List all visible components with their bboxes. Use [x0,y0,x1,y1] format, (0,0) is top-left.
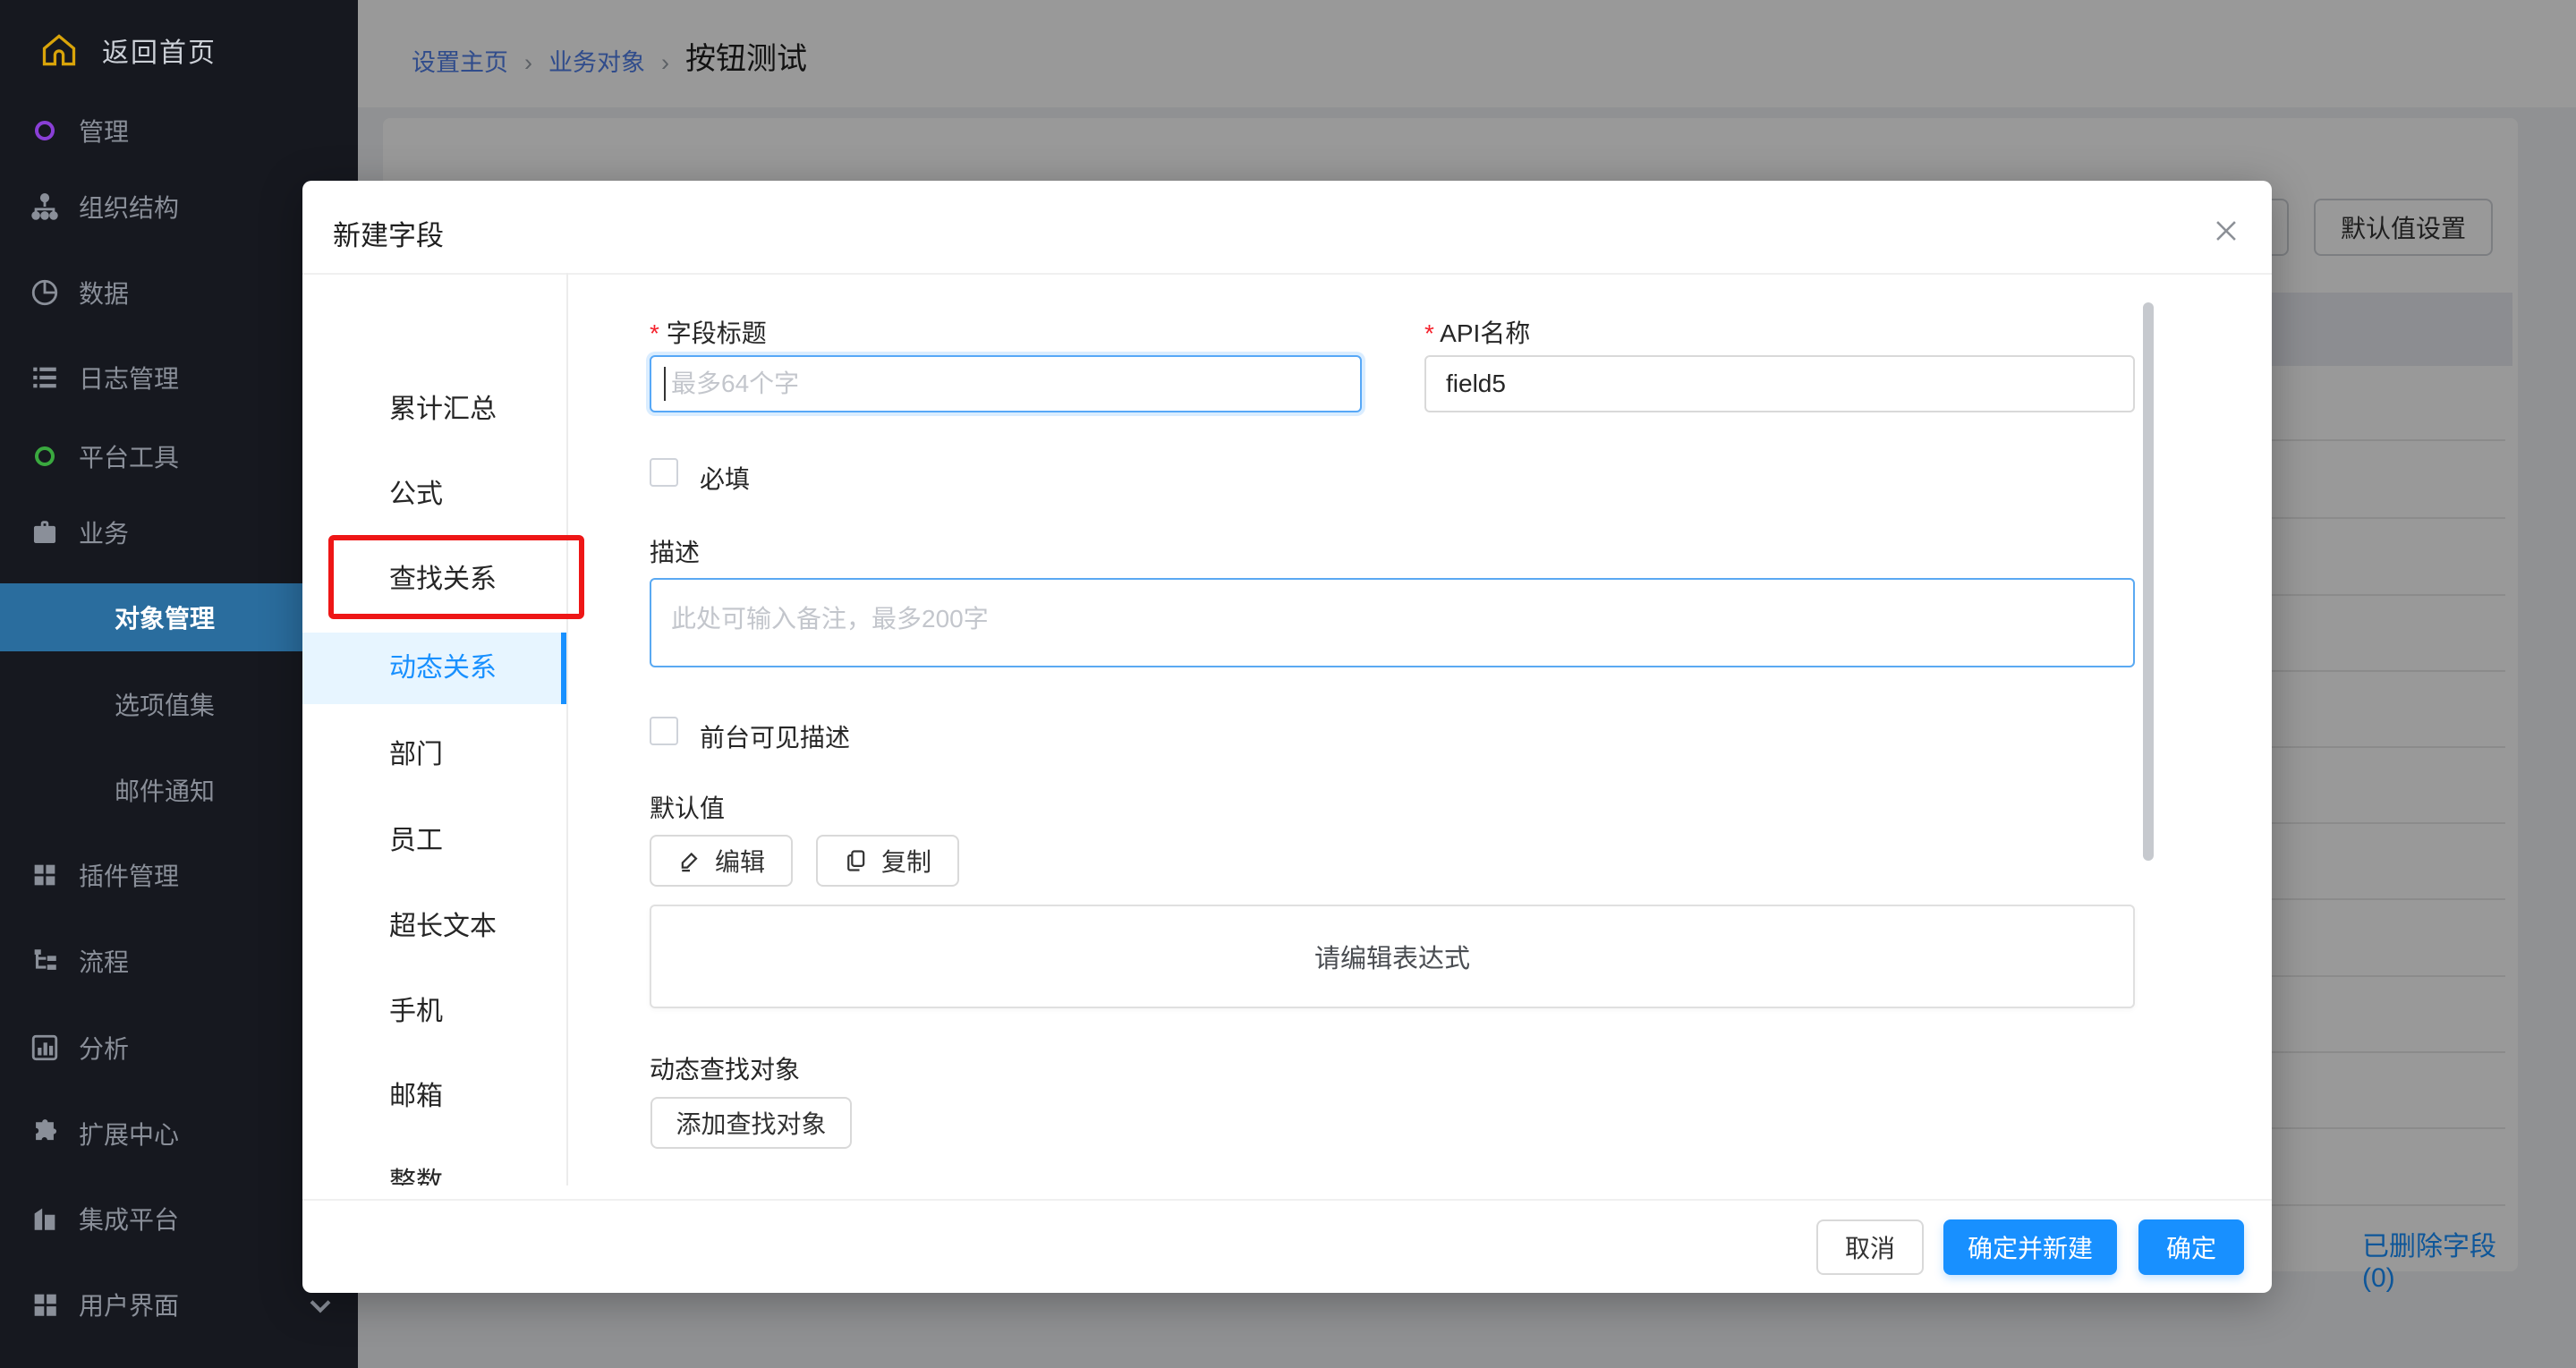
modal-scrollbar[interactable] [2143,302,2154,861]
required-checkbox[interactable] [650,458,678,487]
api-name-label: API名称 [1424,314,1530,350]
pencil-icon [677,848,702,873]
menu-item-dynamic-relation[interactable]: 动态关系 [302,633,568,704]
menu-item-employee[interactable]: 员工 [302,805,568,877]
default-value-label: 默认值 [650,789,725,825]
modal-title: 新建字段 [333,213,444,253]
sidebar-item-label: 业务 [79,514,129,550]
sidebar-item-label: 组织结构 [79,189,179,225]
menu-item-rollup[interactable]: 累计汇总 [302,374,568,446]
sidebar-item-label: 数据 [79,275,129,310]
puzzle-icon [27,1118,63,1149]
sidebar-item-label: 分析 [79,1030,129,1066]
sidebar-item-label: 用户界面 [79,1287,179,1322]
menu-item-integer[interactable]: 整数 [302,1147,568,1185]
sidebar-item-label: 选项值集 [115,686,215,722]
menu-item-long-text[interactable]: 超长文本 [302,891,568,963]
copy-icon [844,848,869,873]
home-icon [39,30,79,70]
pie-chart-icon [27,277,63,308]
ui-grid-icon [27,1289,63,1320]
menu-item-department[interactable]: 部门 [302,719,568,791]
front-visible-desc-label: 前台可见描述 [700,718,850,754]
new-field-modal: 新建字段 累计汇总 公式 查找关系 动态关系 部门 员工 超长文本 手机 邮箱 … [302,181,2272,1293]
dynamic-lookup-label: 动态查找对象 [650,1050,800,1086]
required-label: 必填 [700,460,750,496]
ok-and-new-button[interactable]: 确定并新建 [1943,1219,2117,1275]
sidebar-item-label: 管理 [79,113,129,149]
sidebar-item-label: 插件管理 [79,857,179,893]
plugin-grid-icon [27,860,63,890]
add-lookup-object-button[interactable]: 添加查找对象 [650,1097,852,1149]
api-name-input[interactable] [1424,355,2135,412]
add-lookup-object-label: 添加查找对象 [676,1105,826,1141]
edit-default-label: 编辑 [715,843,765,879]
sidebar-item-manage[interactable]: 管理 [0,102,358,159]
platform-dot-icon [27,446,63,466]
building-icon [27,1203,63,1234]
sidebar-item-label: 扩展中心 [79,1116,179,1151]
sidebar-item-label: 邮件通知 [115,772,215,808]
sidebar-item-label: 对象管理 [115,599,215,635]
ok-button[interactable]: 确定 [2138,1219,2244,1275]
cancel-button[interactable]: 取消 [1816,1219,1924,1275]
description-label: 描述 [650,533,700,569]
copy-default-label: 复制 [881,843,931,879]
field-type-menu: 累计汇总 公式 查找关系 动态关系 部门 员工 超长文本 手机 邮箱 整数 多选 [302,273,568,1185]
menu-item-email[interactable]: 邮箱 [302,1061,568,1133]
menu-item-phone[interactable]: 手机 [302,976,568,1048]
expression-placeholder: 请编辑表达式 [1314,938,1470,975]
sidebar-item-label: 集成平台 [79,1201,179,1236]
sidebar-home-label: 返回首页 [102,30,217,70]
menu-item-formula[interactable]: 公式 [302,459,568,531]
sidebar-item-label: 日志管理 [79,360,179,395]
copy-default-button[interactable]: 复制 [816,835,959,887]
sidebar-item-label: 流程 [79,943,129,979]
front-visible-desc-checkbox[interactable] [650,717,678,745]
briefcase-icon [27,517,63,548]
flow-tree-icon [27,946,63,976]
list-icon [27,362,63,393]
org-structure-icon [27,191,63,222]
expression-box[interactable]: 请编辑表达式 [650,905,2135,1008]
menu-item-lookup[interactable]: 查找关系 [302,544,568,616]
bar-chart-icon [27,1032,63,1063]
sidebar-home[interactable]: 返回首页 [0,16,358,84]
sidebar-item-label: 平台工具 [79,438,179,474]
field-title-input[interactable] [650,355,1362,412]
edit-default-button[interactable]: 编辑 [650,835,793,887]
menu-divider [566,273,568,1185]
modal-header-divider [302,273,2272,275]
field-title-label: 字段标题 [650,314,767,350]
text-caret [664,367,666,401]
manage-dot-icon [27,121,63,140]
close-icon[interactable] [2206,211,2246,251]
modal-footer-divider [302,1199,2272,1201]
description-textarea[interactable] [650,578,2135,667]
